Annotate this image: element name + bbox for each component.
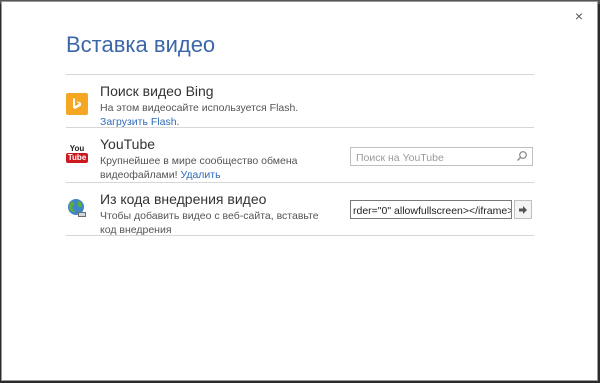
embed-code-row: Из кода внедрения видео Чтобы добавить в…: [66, 182, 534, 236]
search-icon[interactable]: [516, 150, 528, 162]
embed-code-box: [350, 200, 512, 220]
embed-code-input[interactable]: [351, 202, 511, 220]
bing-video-search-row: Поиск видео Bing На этом видеосайте испо…: [66, 74, 534, 129]
insert-arrow-button[interactable]: [514, 200, 532, 219]
youtube-icon-you: You: [69, 144, 85, 153]
youtube-icon-tube: Tube: [65, 153, 89, 163]
dialog-title: Вставка видео: [66, 32, 216, 57]
bing-icon: [66, 93, 88, 115]
arrow-right-icon: [519, 205, 527, 214]
globe-icon: [66, 197, 88, 219]
embed-description: Чтобы добавить видео с веб-сайта, вставь…: [100, 210, 319, 236]
bing-description-text: На этом видеосайте используется Flash.: [100, 102, 299, 114]
youtube-icon: You Tube: [65, 144, 89, 166]
youtube-search-box: [350, 147, 533, 167]
close-icon[interactable]: ×: [571, 8, 587, 24]
bing-description: На этом видеосайте используется Flash. З…: [100, 101, 330, 129]
bing-title: Поиск видео Bing: [100, 83, 214, 99]
youtube-search-input[interactable]: [351, 149, 516, 167]
insert-video-dialog: × Вставка видео Поиск видео Bing На этом…: [1, 1, 598, 381]
youtube-title: YouTube: [100, 136, 156, 152]
remove-youtube-link[interactable]: Удалить: [180, 169, 220, 181]
embed-title: Из кода внедрения видео: [100, 191, 267, 207]
youtube-row: You Tube YouTube Крупнейшее в мире сообщ…: [65, 127, 534, 182]
youtube-description: Крупнейшее в мире сообщество обмена виде…: [100, 154, 330, 182]
